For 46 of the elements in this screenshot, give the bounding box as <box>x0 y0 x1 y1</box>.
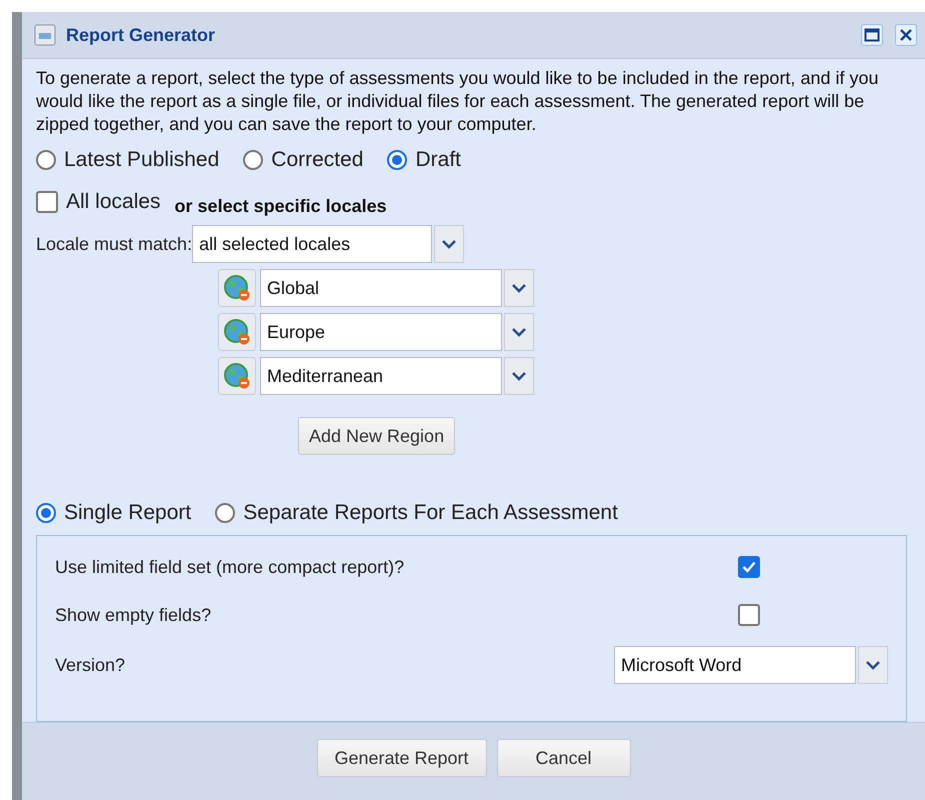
radio-option[interactable]: Separate Reports For Each Assessment <box>215 501 618 525</box>
window-title: Report Generator <box>66 24 216 46</box>
caret-icon <box>442 240 456 248</box>
globe-icon <box>223 362 251 390</box>
intro-text: To generate a report, select the type of assessments you would like to be included in the report, and if you would like the report as a single file, or individual files for each assessment. The generated report will be zipped together, and you can save the report to your computer. <box>36 67 880 136</box>
maximize-icon <box>864 28 880 42</box>
dropdown-button[interactable] <box>504 357 534 395</box>
radio-option[interactable]: Draft <box>387 148 461 172</box>
caret-icon <box>512 284 526 292</box>
remove-region-button[interactable] <box>218 269 256 307</box>
checkbox[interactable] <box>36 190 58 212</box>
dropdown-button[interactable] <box>504 313 534 351</box>
globe-icon <box>223 318 251 346</box>
dropdown-button[interactable] <box>504 269 534 307</box>
dropdown-button[interactable] <box>434 225 464 263</box>
remove-region-button[interactable] <box>218 357 256 395</box>
dropdown-field[interactable]: Global <box>260 269 502 307</box>
generate-button[interactable]: Generate Report <box>316 739 486 777</box>
dropdown-field[interactable]: all selected locales <box>192 225 432 263</box>
option-label: Version? <box>55 654 126 676</box>
maximize-button[interactable] <box>861 24 883 46</box>
checkbox[interactable] <box>738 604 760 626</box>
dropdown-field[interactable]: Microsoft Word <box>614 646 856 684</box>
dropdown-field[interactable]: Mediterranean <box>260 357 502 395</box>
field-label: Locale must match: <box>36 234 192 254</box>
dropdown-field[interactable]: Europe <box>260 313 502 351</box>
caret-icon <box>866 660 880 670</box>
checkbox-option[interactable]: All locales <box>36 190 161 214</box>
radio-option[interactable]: Corrected <box>243 148 364 172</box>
add-region-button[interactable]: Add New Region <box>298 417 456 455</box>
globe-icon <box>223 274 251 302</box>
dropdown-button[interactable] <box>858 646 888 684</box>
option-label: Use limited field set (more compact report)? <box>55 556 404 578</box>
checkmark-icon <box>742 561 756 573</box>
caret-icon <box>512 372 526 380</box>
option-label: Show empty fields? <box>55 604 212 626</box>
window-icon <box>34 24 56 46</box>
locale-hint: or select specific locales <box>174 196 387 217</box>
close-button[interactable] <box>895 24 917 46</box>
radio-option[interactable]: Latest Published <box>36 148 220 172</box>
cancel-button[interactable]: Cancel <box>496 739 630 777</box>
checkbox[interactable] <box>738 556 760 578</box>
close-icon <box>899 28 913 42</box>
radio-option[interactable]: Single Report <box>36 501 192 525</box>
remove-region-button[interactable] <box>218 313 256 351</box>
caret-icon <box>512 328 526 336</box>
